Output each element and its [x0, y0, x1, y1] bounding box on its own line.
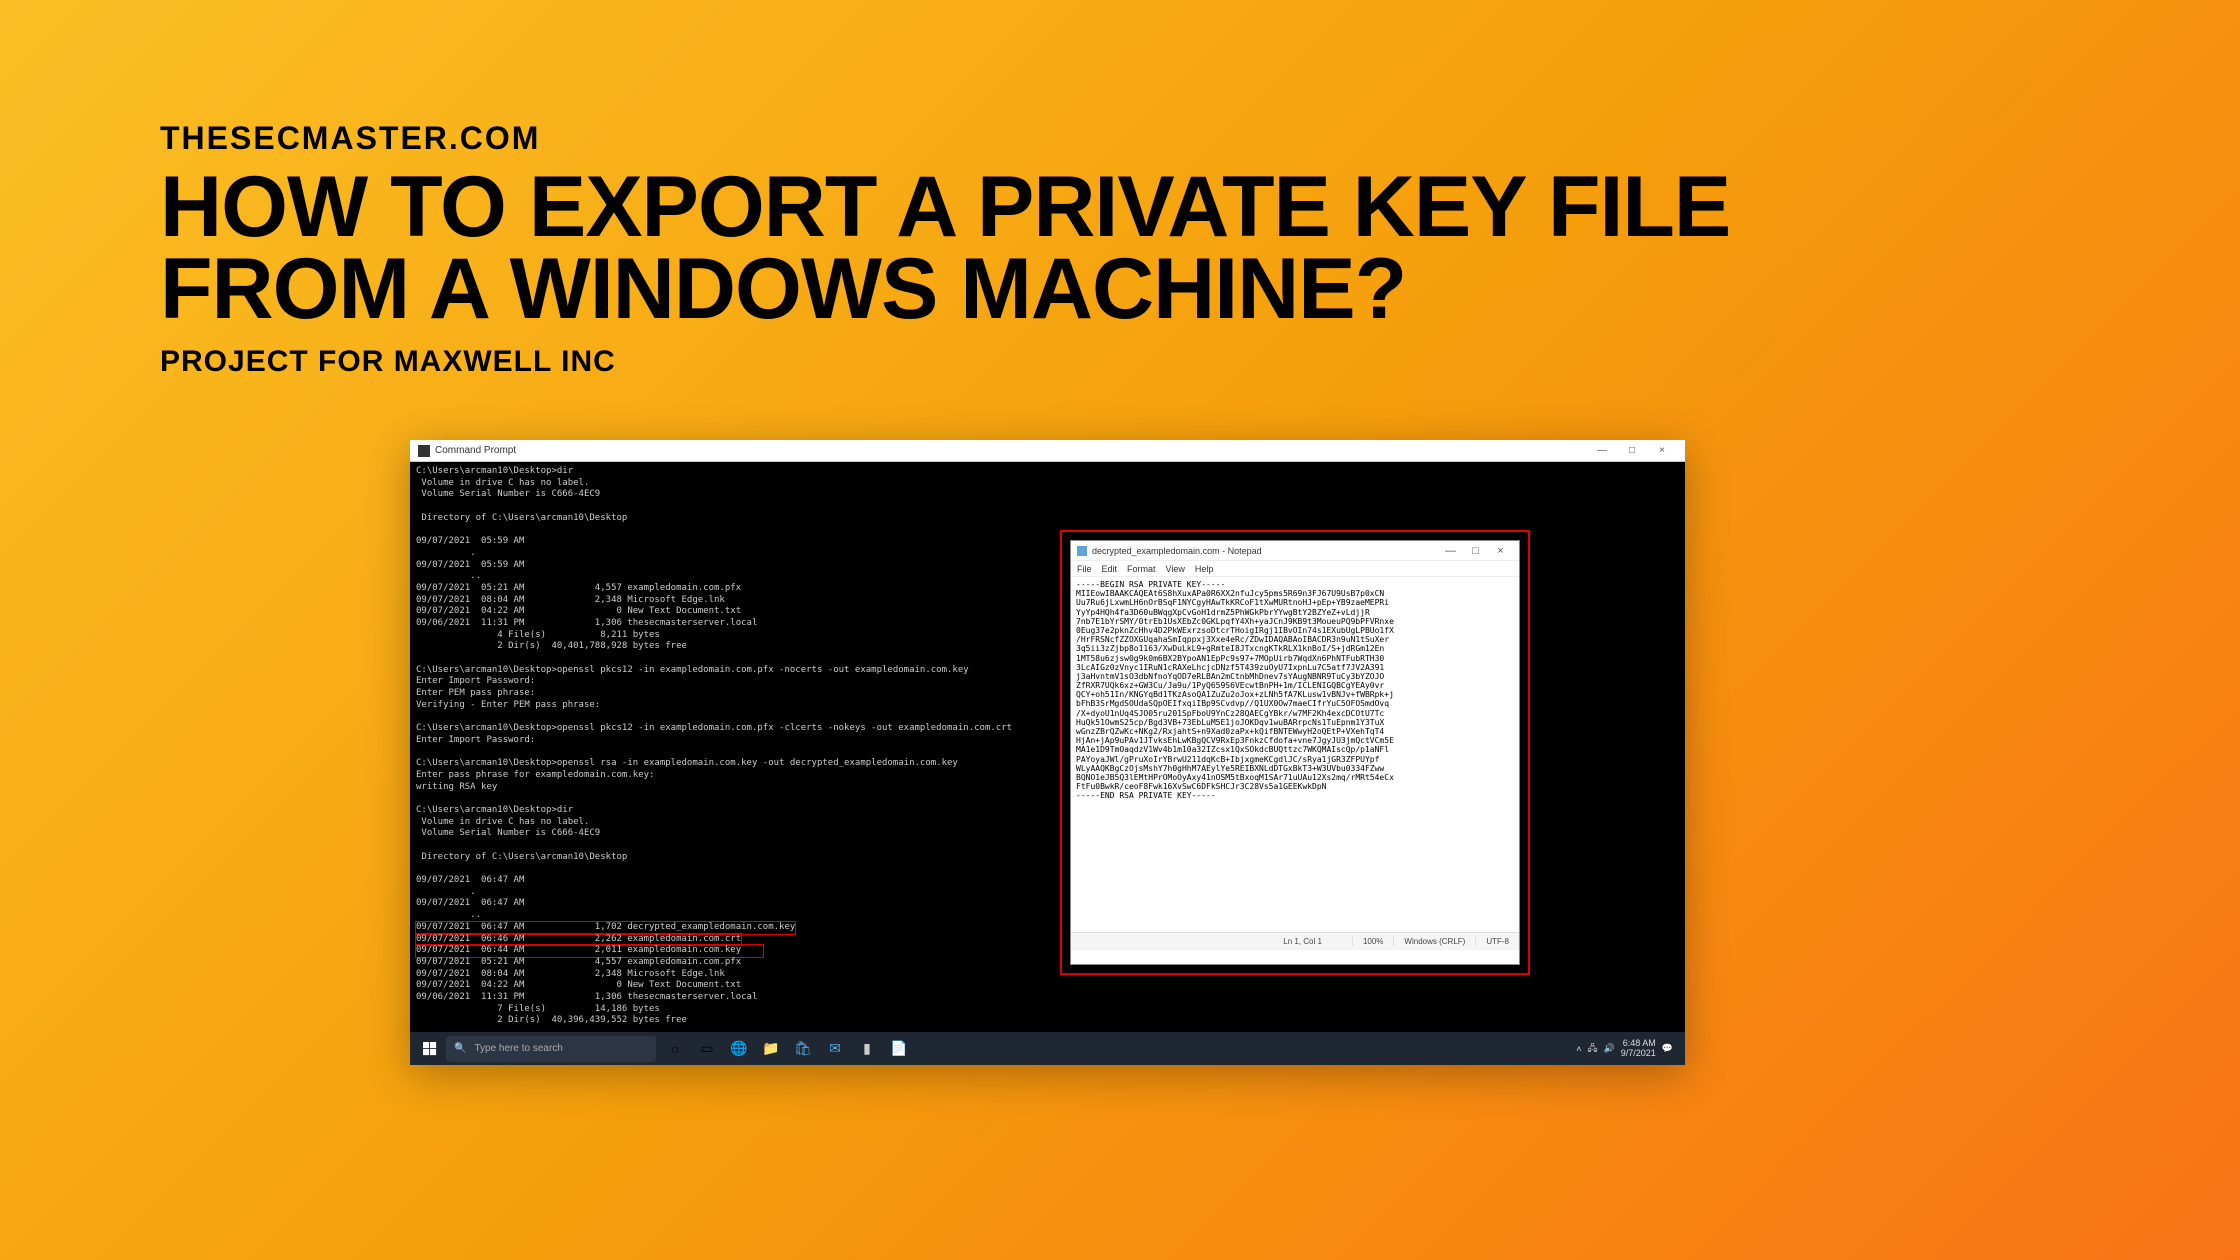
cortana-icon[interactable]: ○	[660, 1034, 690, 1064]
notepad-title: decrypted_exampledomain.com - Notepad	[1092, 546, 1438, 556]
status-zoom: 100%	[1352, 937, 1393, 946]
notepad-taskbar-icon[interactable]: 📄	[884, 1034, 914, 1064]
menu-format[interactable]: Format	[1127, 564, 1156, 574]
store-icon[interactable]: 🛍	[788, 1034, 818, 1064]
mail-icon[interactable]: ✉	[820, 1034, 850, 1064]
start-button[interactable]	[414, 1033, 446, 1065]
minimize-button[interactable]: —	[1587, 445, 1617, 456]
taskview-icon[interactable]: ▭	[692, 1034, 722, 1064]
taskbar-clock[interactable]: 6:48 AM 9/7/2021	[1621, 1039, 1656, 1059]
cmd-titlebar[interactable]: Command Prompt — □ ×	[410, 440, 1685, 462]
notifications-icon[interactable]: 💬	[1662, 1043, 1673, 1054]
notepad-window[interactable]: decrypted_exampledomain.com - Notepad — …	[1070, 540, 1520, 965]
edge-icon[interactable]: 🌐	[724, 1034, 754, 1064]
maximize-button[interactable]: □	[1617, 445, 1647, 456]
taskbar-search[interactable]: 🔍 Type here to search	[446, 1036, 656, 1062]
menu-file[interactable]: File	[1077, 564, 1092, 574]
np-maximize-button[interactable]: □	[1463, 545, 1488, 557]
menu-help[interactable]: Help	[1195, 564, 1214, 574]
np-minimize-button[interactable]: —	[1438, 545, 1463, 557]
taskbar[interactable]: 🔍 Type here to search ○ ▭ 🌐 📁 🛍 ✉ ▮ 📄 ˄ …	[410, 1032, 1685, 1065]
notepad-titlebar[interactable]: decrypted_exampledomain.com - Notepad — …	[1071, 541, 1519, 561]
explorer-icon[interactable]: 📁	[756, 1034, 786, 1064]
header-block: THESECMASTER.COM HOW TO EXPORT A PRIVATE…	[160, 120, 1730, 379]
menu-view[interactable]: View	[1166, 564, 1185, 574]
search-icon: 🔍	[454, 1043, 466, 1054]
menu-edit[interactable]: Edit	[1102, 564, 1118, 574]
volume-icon[interactable]: 🔊	[1604, 1043, 1615, 1054]
notepad-menu: File Edit Format View Help	[1071, 561, 1519, 577]
cmd-icon	[418, 445, 430, 457]
system-tray[interactable]: ˄ 🖧 🔊 6:48 AM 9/7/2021 💬	[1576, 1039, 1681, 1059]
np-close-button[interactable]: ×	[1488, 545, 1513, 557]
close-button[interactable]: ×	[1647, 445, 1677, 456]
windows-logo-icon	[423, 1042, 437, 1056]
cmd-taskbar-icon[interactable]: ▮	[852, 1034, 882, 1064]
site-name: THESECMASTER.COM	[160, 120, 1730, 157]
notepad-content[interactable]: -----BEGIN RSA PRIVATE KEY----- MIIEowIB…	[1071, 577, 1519, 932]
main-title: HOW TO EXPORT A PRIVATE KEY FILE FROM A …	[160, 167, 1730, 330]
chevron-up-icon[interactable]: ˄	[1576, 1044, 1581, 1054]
network-icon[interactable]: 🖧	[1587, 1041, 1597, 1057]
search-placeholder: Type here to search	[474, 1043, 562, 1054]
taskbar-pinned-icons: ○ ▭ 🌐 📁 🛍 ✉ ▮ 📄	[660, 1034, 914, 1064]
status-pos: Ln 1, Col 1	[1071, 937, 1352, 946]
subtitle: PROJECT FOR MAXWELL INC	[160, 345, 1730, 379]
notepad-icon	[1077, 546, 1087, 556]
status-eol: Windows (CRLF)	[1393, 937, 1475, 946]
notepad-statusbar: Ln 1, Col 1 100% Windows (CRLF) UTF-8	[1071, 932, 1519, 950]
status-enc: UTF-8	[1475, 937, 1519, 946]
cmd-title: Command Prompt	[435, 445, 1587, 456]
